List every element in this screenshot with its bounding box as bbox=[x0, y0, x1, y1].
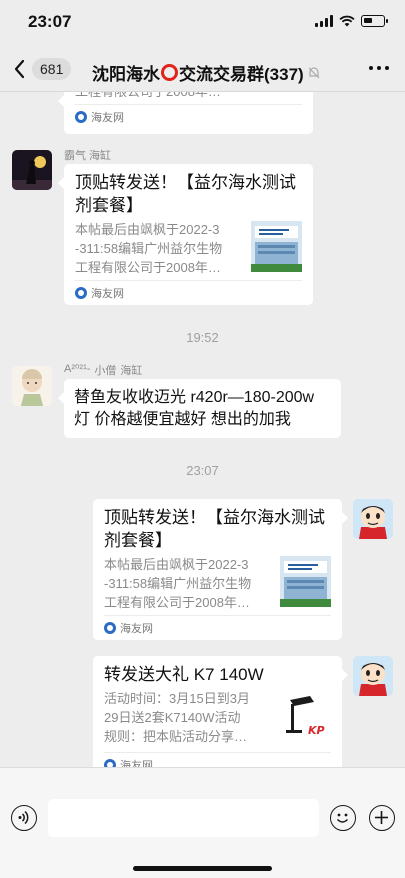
card-description-line: 本帖最后由飒枫于2022-3 bbox=[104, 557, 249, 572]
card-source-label: 海友网 bbox=[120, 623, 153, 635]
avatar[interactable] bbox=[353, 656, 393, 696]
card-title-line: 剂套餐】 bbox=[104, 531, 172, 550]
chat-message-list[interactable]: 工程有限公司于2008年… 海友网 霸气 海缸 顶贴转发送！【益尔海水测试 剂套… bbox=[0, 92, 405, 767]
mute-icon bbox=[308, 66, 320, 78]
plus-icon bbox=[375, 811, 388, 824]
status-bar: 23:07 bbox=[0, 0, 405, 46]
avatar[interactable] bbox=[12, 366, 52, 406]
battery-icon bbox=[361, 15, 388, 27]
red-circle-emoji-icon bbox=[161, 64, 178, 81]
card-description-line: 工程有限公司于2008年… bbox=[75, 92, 221, 101]
wifi-icon bbox=[339, 15, 355, 27]
message-line: 替鱼友收收迈光 r420r—180-200w bbox=[74, 389, 315, 406]
card-source-label: 海友网 bbox=[91, 112, 124, 124]
more-functions-button[interactable] bbox=[369, 805, 395, 831]
message-line: 灯 价格越便宜越好 想出的加我 bbox=[74, 411, 291, 428]
card-title-line: 转发送大礼 K7 140W bbox=[104, 665, 264, 684]
emoji-icon bbox=[336, 813, 349, 823]
haiyou-source-icon bbox=[75, 111, 87, 123]
card-divider bbox=[75, 280, 302, 281]
haiyou-source-icon bbox=[75, 287, 87, 299]
sender-name-part: A²⁰²¹- bbox=[64, 363, 91, 375]
card-description-line: 29日送2套K7140W活动 bbox=[104, 710, 241, 725]
back-button[interactable]: 681 bbox=[10, 56, 72, 82]
home-indicator[interactable] bbox=[133, 866, 272, 871]
card-description-line: 规则：把本贴活动分享… bbox=[104, 729, 248, 744]
card-description-line: 工程有限公司于2008年… bbox=[104, 595, 250, 610]
card-thumbnail: KP bbox=[280, 690, 331, 741]
card-source-label: 海友网 bbox=[120, 760, 153, 767]
status-icons bbox=[315, 15, 388, 27]
voice-input-button[interactable] bbox=[11, 805, 37, 831]
card-source: 海友网 bbox=[104, 620, 153, 636]
chat-title[interactable]: 沈阳海水 交流交易群(337) bbox=[92, 60, 321, 85]
avatar[interactable] bbox=[12, 150, 52, 190]
card-thumbnail bbox=[251, 221, 302, 272]
chat-title-suffix: 交流交易群(337) bbox=[179, 65, 304, 84]
link-card-message[interactable]: 工程有限公司于2008年… 海友网 bbox=[58, 92, 313, 134]
svg-text:KP: KP bbox=[308, 724, 325, 737]
sender-name-part: 小僧 bbox=[94, 365, 117, 377]
back-arrow-icon bbox=[14, 59, 25, 79]
message-input-bar bbox=[0, 767, 405, 878]
unread-count-badge: 681 bbox=[32, 58, 72, 80]
card-source: 海友网 bbox=[75, 109, 124, 125]
status-time: 23:07 bbox=[28, 12, 72, 31]
card-source-label: 海友网 bbox=[91, 288, 124, 300]
timestamp: 19:52 bbox=[186, 330, 219, 345]
card-divider bbox=[104, 615, 331, 616]
message-input[interactable] bbox=[48, 799, 319, 837]
voice-icon bbox=[18, 810, 29, 825]
more-icon bbox=[369, 66, 373, 70]
card-title-line: 剂套餐】 bbox=[75, 196, 143, 215]
card-thumbnail bbox=[280, 556, 331, 607]
avatar[interactable] bbox=[353, 499, 393, 539]
link-card-message[interactable]: 顶贴转发送！【益尔海水测试 剂套餐】 本帖最后由飒枫于2022-3 -311:5… bbox=[93, 499, 348, 640]
sender-name: 霸气 海缸 bbox=[64, 150, 112, 162]
haiyou-source-icon bbox=[104, 759, 116, 767]
card-description-line: -311:58编辑广州益尔生物 bbox=[104, 576, 252, 591]
card-source: 海友网 bbox=[75, 285, 124, 301]
sender-name: A²⁰²¹- 小僧 海缸 bbox=[64, 362, 142, 378]
link-card-message[interactable]: 转发送大礼 K7 140W 活动时间：3月15日到3月 29日送2套K7140W… bbox=[93, 656, 348, 767]
sender-name-part: 海缸 bbox=[120, 365, 143, 377]
card-description-line: 活动时间：3月15日到3月 bbox=[104, 691, 250, 706]
cellular-signal-icon bbox=[315, 15, 333, 27]
card-title-line: 顶贴转发送！【益尔海水测试 bbox=[104, 508, 325, 527]
text-message-bubble[interactable]: 替鱼友收收迈光 r420r—180-200w 灯 价格越便宜越好 想出的加我 bbox=[58, 379, 341, 438]
more-options-button[interactable] bbox=[369, 66, 389, 70]
chat-header: 681 沈阳海水 交流交易群(337) bbox=[0, 46, 405, 92]
card-description-line: -311:58编辑广州益尔生物 bbox=[75, 241, 223, 256]
card-title-line: 顶贴转发送！【益尔海水测试 bbox=[75, 173, 296, 192]
link-card-message[interactable]: 顶贴转发送！【益尔海水测试 剂套餐】 本帖最后由飒枫于2022-3 -311:5… bbox=[58, 164, 313, 305]
card-divider bbox=[75, 104, 302, 105]
chat-title-prefix: 沈阳海水 bbox=[92, 65, 160, 84]
card-source: 海友网 bbox=[104, 757, 153, 767]
timestamp: 23:07 bbox=[186, 463, 219, 478]
card-description-line: 本帖最后由飒枫于2022-3 bbox=[75, 222, 220, 237]
card-divider bbox=[104, 752, 331, 753]
card-description-line: 工程有限公司于2008年… bbox=[75, 260, 221, 275]
emoji-button[interactable] bbox=[330, 805, 356, 831]
haiyou-source-icon bbox=[104, 622, 116, 634]
